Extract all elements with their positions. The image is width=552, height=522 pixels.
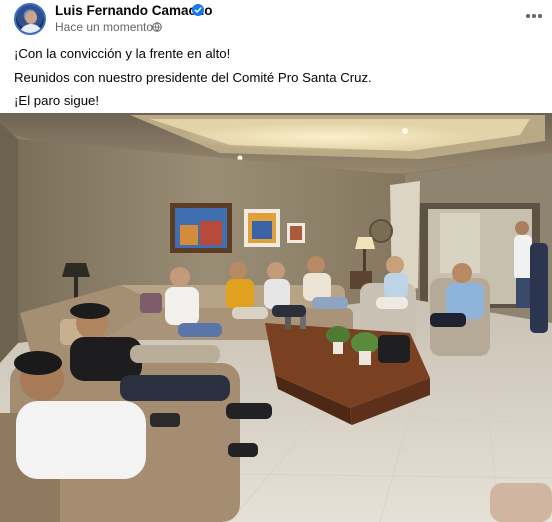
avatar-shoulders xyxy=(19,24,43,33)
post-caption: ¡Con la convicción y la frente en alto! … xyxy=(14,42,372,113)
caption-line: ¡El paro sigue! xyxy=(14,93,100,108)
verified-badge-icon xyxy=(192,4,204,16)
facebook-post: Luis Fernando Camacho Hace un momento · … xyxy=(0,0,552,522)
post-header: Luis Fernando Camacho Hace un momento · xyxy=(0,0,552,36)
post-meta: Hace un momento · xyxy=(55,20,160,34)
post-photo[interactable] xyxy=(0,113,552,522)
meeting-room-photo xyxy=(0,113,552,522)
post-timestamp[interactable]: Hace un momento xyxy=(55,20,153,34)
author-avatar[interactable] xyxy=(14,3,46,35)
caption-line: Reunidos con nuestro presidente del Comi… xyxy=(14,69,372,85)
more-options-icon[interactable] xyxy=(524,8,544,24)
caption-line: ¡Con la convicción y la frente en alto! xyxy=(14,46,231,61)
globe-icon[interactable] xyxy=(152,22,162,32)
avatar-face xyxy=(25,11,37,24)
author-name[interactable]: Luis Fernando Camacho xyxy=(55,3,213,18)
